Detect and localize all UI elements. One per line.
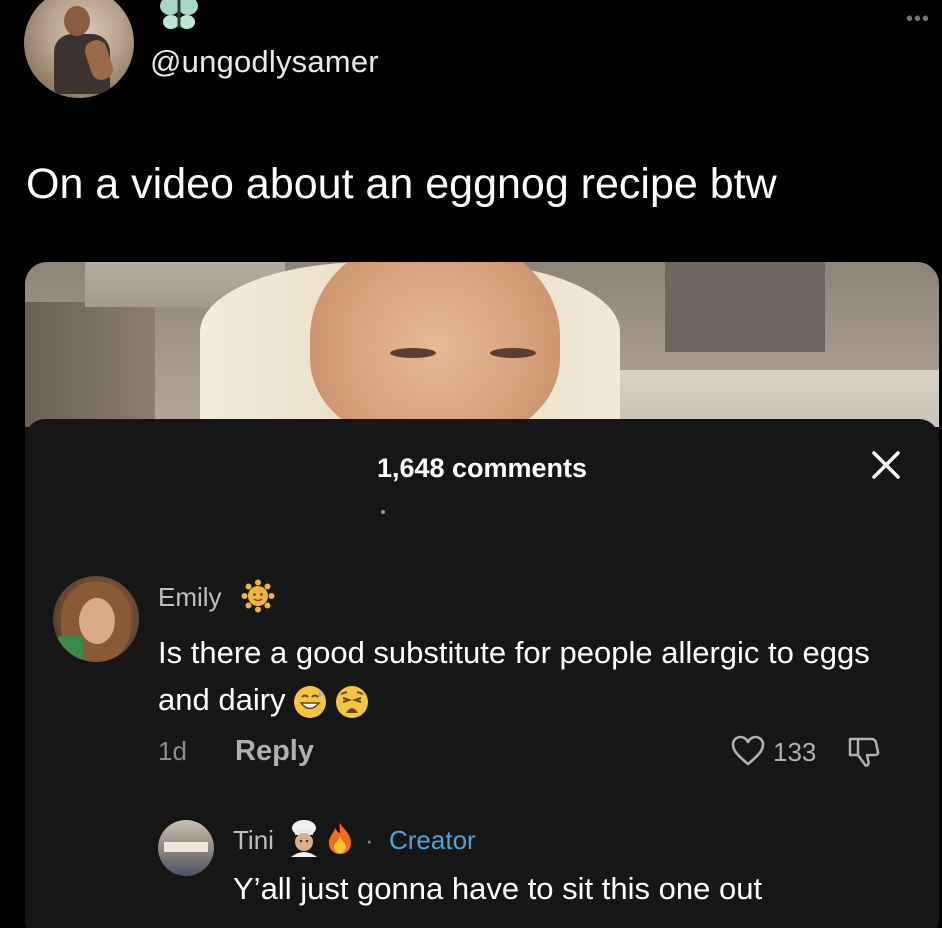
tweet-text: On a video about an eggnog recipe btw: [26, 160, 777, 208]
video-person-eye: [390, 348, 436, 358]
reply-button[interactable]: Reply: [235, 735, 314, 768]
video-frame: [25, 262, 939, 427]
profile-avatar[interactable]: [24, 0, 134, 98]
creator-label: Creator: [389, 825, 476, 855]
more-horizontal-icon[interactable]: •••: [906, 8, 930, 31]
reply-author-avatar[interactable]: [158, 820, 214, 876]
grinning-sweat-emoji-icon: [293, 685, 326, 718]
reply-author-name[interactable]: Tini: [233, 825, 274, 856]
weary-face-emoji-icon: [335, 685, 368, 718]
video-person-eye: [490, 348, 536, 358]
chef-emoji-icon: [291, 820, 317, 857]
butterfly-emoji-icon: [160, 0, 198, 29]
like-count: 133: [773, 737, 817, 767]
commenter-avatar[interactable]: [53, 576, 139, 662]
avatar-figure-head: [64, 6, 90, 36]
video-person-face: [310, 262, 560, 427]
thumbs-down-icon[interactable]: [845, 733, 881, 769]
tweet-screenshot: @ungodlysamer ••• On a video about an eg…: [0, 0, 942, 928]
loading-dot: [381, 510, 385, 514]
heart-icon[interactable]: [731, 735, 765, 767]
avatar-detail: [164, 842, 208, 852]
commenter-name[interactable]: Emily: [158, 582, 222, 613]
comment-age: 1d: [158, 736, 187, 766]
avatar-background-detail: [57, 636, 83, 662]
sun-emoji-icon: [241, 579, 275, 613]
close-icon[interactable]: [869, 448, 903, 482]
comment-text-body: Is there a good substitute for people al…: [158, 635, 870, 717]
fire-emoji-icon: [329, 823, 351, 854]
comments-count-title: 1,648 comments: [376, 453, 588, 483]
tweet-username[interactable]: @ungodlysamer: [150, 44, 379, 80]
video-background-window: [665, 262, 825, 352]
comments-panel: 1,648 comments Emily Is there a good sub…: [25, 419, 939, 928]
comment-text: Is there a good substitute for people al…: [158, 629, 918, 723]
video-background-wall: [25, 302, 155, 427]
tweet-media-image[interactable]: 1,648 comments Emily Is there a good sub…: [25, 262, 939, 928]
avatar-face: [79, 598, 115, 644]
separator-dot: ·: [365, 825, 374, 855]
reply-text: Y’all just gonna have to sit this one ou…: [233, 871, 763, 906]
